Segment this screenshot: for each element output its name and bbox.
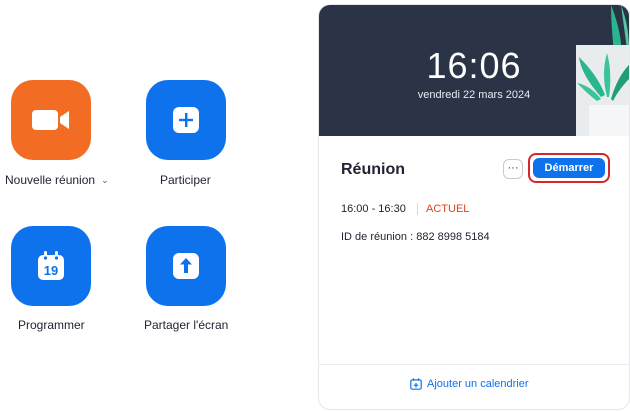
join-label[interactable]: Participer — [160, 173, 211, 187]
add-calendar-link[interactable]: Ajouter un calendrier — [410, 378, 529, 390]
upcoming-meetings-card: 16:06 vendredi 22 mars 2024 Réunion ··· … — [318, 4, 630, 410]
add-calendar-label: Ajouter un calendrier — [427, 378, 529, 390]
calendar-day-number: 19 — [44, 263, 58, 278]
chevron-down-icon[interactable]: ⌄ — [101, 175, 109, 186]
divider — [417, 203, 418, 215]
current-date: vendredi 22 mars 2024 — [417, 89, 531, 101]
more-options-button[interactable]: ··· — [503, 159, 523, 179]
meeting-title: Réunion — [341, 161, 405, 178]
new-meeting-button[interactable] — [11, 80, 91, 160]
calendar-add-icon — [410, 378, 422, 390]
join-button[interactable] — [146, 80, 226, 160]
schedule-label[interactable]: Programmer — [18, 318, 85, 332]
share-screen-label[interactable]: Partager l'écran — [144, 318, 228, 332]
current-time: 16:06 — [426, 45, 522, 86]
schedule-button[interactable]: 19 — [11, 226, 91, 306]
video-camera-icon — [32, 110, 69, 130]
plus-icon — [173, 107, 199, 133]
upload-arrow-icon — [173, 253, 199, 279]
share-screen-button[interactable] — [146, 226, 226, 306]
new-meeting-label[interactable]: Nouvelle réunion ⌄ — [5, 173, 109, 187]
meeting-time-range: 16:00 - 16:30 — [341, 203, 406, 215]
start-meeting-button[interactable]: Démarrer — [533, 158, 605, 178]
zoom-home-screen: Nouvelle réunion ⌄ Participer 19 Programm… — [0, 0, 630, 411]
card-header: 16:06 vendredi 22 mars 2024 — [319, 5, 629, 136]
meeting-status-badge: ACTUEL — [426, 203, 470, 215]
calendar-icon: 19 — [38, 251, 64, 280]
meeting-id: ID de réunion : 882 8998 5184 — [341, 231, 490, 243]
